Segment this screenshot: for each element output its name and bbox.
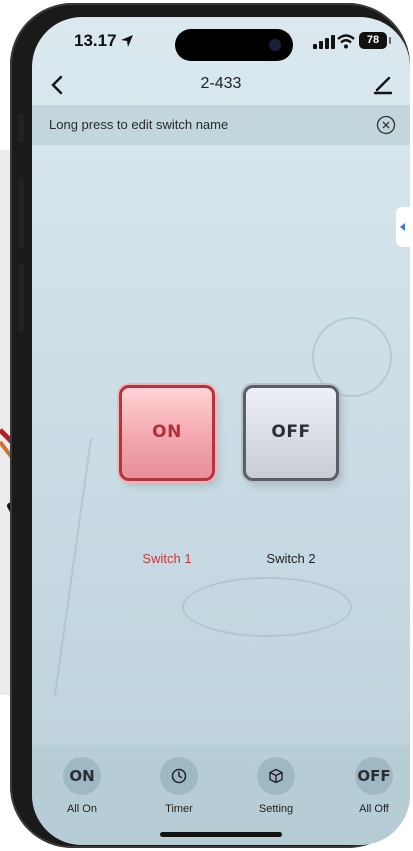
bottom-toolbar: ON All On Timer Setting OFF All Off: [32, 745, 410, 845]
all-off-icon: OFF: [355, 757, 393, 795]
all-off-label: All Off: [359, 803, 389, 815]
action-button: [18, 113, 24, 143]
status-time: 13.17: [74, 31, 117, 50]
edit-pencil-icon[interactable]: [372, 73, 394, 95]
volume-up-button: [18, 178, 24, 248]
setting-label: Setting: [258, 803, 294, 815]
status-bar: 13.17 78: [32, 17, 410, 65]
wifi-icon: [337, 34, 355, 49]
camera-icon: [269, 39, 281, 51]
side-drawer-tab[interactable]: [396, 207, 410, 247]
home-indicator[interactable]: [160, 832, 282, 837]
setting-button[interactable]: Setting: [246, 757, 306, 815]
phone-frame: 13.17 78 2-433 Long press to edit switch…: [10, 3, 410, 848]
clock-icon: [171, 768, 187, 784]
switch-2-name[interactable]: Switch 2: [231, 551, 351, 566]
location-arrow-icon: [121, 35, 133, 47]
signal-icon: [313, 35, 335, 49]
timer-button[interactable]: Timer: [149, 757, 209, 815]
background-shape: [182, 577, 352, 637]
setting-icon-wrap: [257, 757, 295, 795]
switch-1-state: ON: [152, 422, 182, 442]
nav-bar: 2-433: [32, 65, 410, 105]
volume-down-button: [18, 263, 24, 333]
all-on-button[interactable]: ON All On: [52, 757, 112, 815]
page-title: 2-433: [200, 75, 242, 92]
switch-2-button[interactable]: OFF: [243, 385, 339, 481]
close-circle-icon[interactable]: [376, 115, 396, 135]
all-on-label: All On: [67, 803, 97, 815]
all-on-icon: ON: [63, 757, 101, 795]
timer-label: Timer: [165, 803, 193, 815]
switch-1-button[interactable]: ON: [119, 385, 215, 481]
hint-banner: Long press to edit switch name: [32, 105, 410, 145]
switch-2-state: OFF: [271, 422, 311, 442]
background-shape: [53, 438, 93, 696]
app-screen: 13.17 78 2-433 Long press to edit switch…: [32, 17, 410, 845]
timer-icon-wrap: [160, 757, 198, 795]
hint-text: Long press to edit switch name: [49, 117, 229, 132]
battery-icon: 78: [359, 32, 391, 49]
cube-icon: [269, 768, 283, 784]
dynamic-island: [175, 29, 293, 61]
switch-1-name[interactable]: Switch 1: [107, 551, 227, 566]
all-off-button[interactable]: OFF All Off: [344, 757, 404, 815]
